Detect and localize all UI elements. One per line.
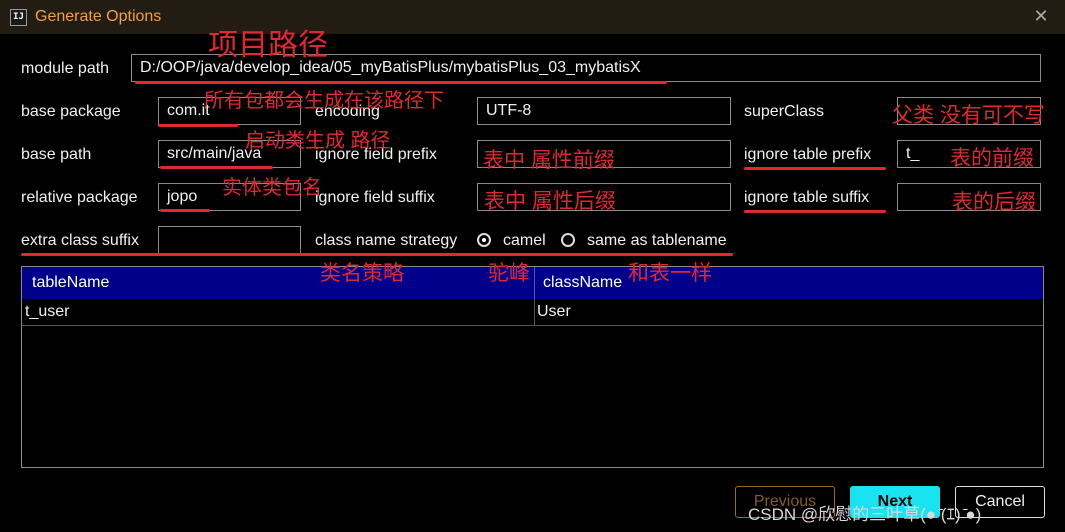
annotation-table-prefix: 表的前缀 (950, 147, 1034, 170)
window-title: Generate Options (35, 8, 162, 25)
annotation-underline (744, 210, 886, 213)
base-package-label: base package (21, 103, 121, 120)
close-icon[interactable]: ✕ (1031, 6, 1051, 26)
table-header: tableName className (22, 267, 1043, 299)
table-cell-classname[interactable]: User (537, 303, 571, 321)
annotation-underline (744, 167, 886, 170)
relative-package-label: relative package (21, 189, 138, 206)
table-row[interactable]: t_user User (22, 299, 1043, 326)
extra-class-suffix-input[interactable] (158, 226, 301, 254)
superclass-label: superClass (744, 103, 825, 120)
ignore-table-suffix-label: ignore table suffix (744, 189, 870, 206)
encoding-input[interactable]: UTF-8 (477, 97, 731, 125)
intellij-icon: IJ (10, 9, 27, 26)
annotation-same-as-table: 和表一样 (628, 262, 712, 285)
annotation-field-suffix: 表中 属性后缀 (484, 190, 616, 213)
extra-class-suffix-label: extra class suffix (21, 232, 139, 249)
annotation-all-packages: 所有包都会生成在该路径下 (204, 90, 444, 112)
ignore-table-prefix-label: ignore table prefix (744, 146, 872, 163)
annotation-underline (21, 253, 733, 256)
annotation-class-name-strategy: 类名策略 (320, 262, 404, 285)
annotation-field-prefix: 表中 属性前缀 (483, 149, 615, 172)
annotation-parent-class: 父类 没有可不写 (892, 104, 1045, 127)
annotation-table-suffix: 表的后缀 (952, 191, 1036, 214)
same-as-tablename-radio[interactable] (561, 233, 575, 247)
column-header-tablename[interactable]: tableName (32, 274, 109, 292)
annotation-camel: 驼峰 (488, 262, 530, 285)
same-as-tablename-radio-label[interactable]: same as tablename (587, 232, 727, 250)
table-cell-tablename[interactable]: t_user (25, 303, 69, 321)
base-path-label: base path (21, 146, 92, 163)
camel-radio[interactable] (477, 233, 491, 247)
annotation-underline (160, 209, 210, 212)
camel-radio-label[interactable]: camel (503, 232, 546, 250)
class-name-strategy-label: class name strategy (315, 232, 458, 249)
column-header-classname[interactable]: className (543, 274, 622, 292)
annotation-project-path: 项目路径 (208, 29, 328, 62)
annotation-underline (158, 124, 238, 127)
table-list[interactable]: tableName className t_user User (21, 266, 1044, 468)
title-bar: IJ Generate Options ✕ (0, 0, 1065, 34)
csdn-watermark: CSDN @欣慰的三叶草(● ̄(ｴ) ̄●) (748, 505, 982, 524)
module-path-label: module path (21, 60, 110, 77)
ignore-field-suffix-label: ignore field suffix (315, 189, 435, 206)
annotation-underline (160, 166, 273, 169)
annotation-startup-class: 启动类生成 路径 (245, 130, 391, 152)
annotation-entity-package: 实体类包名 (222, 177, 322, 199)
